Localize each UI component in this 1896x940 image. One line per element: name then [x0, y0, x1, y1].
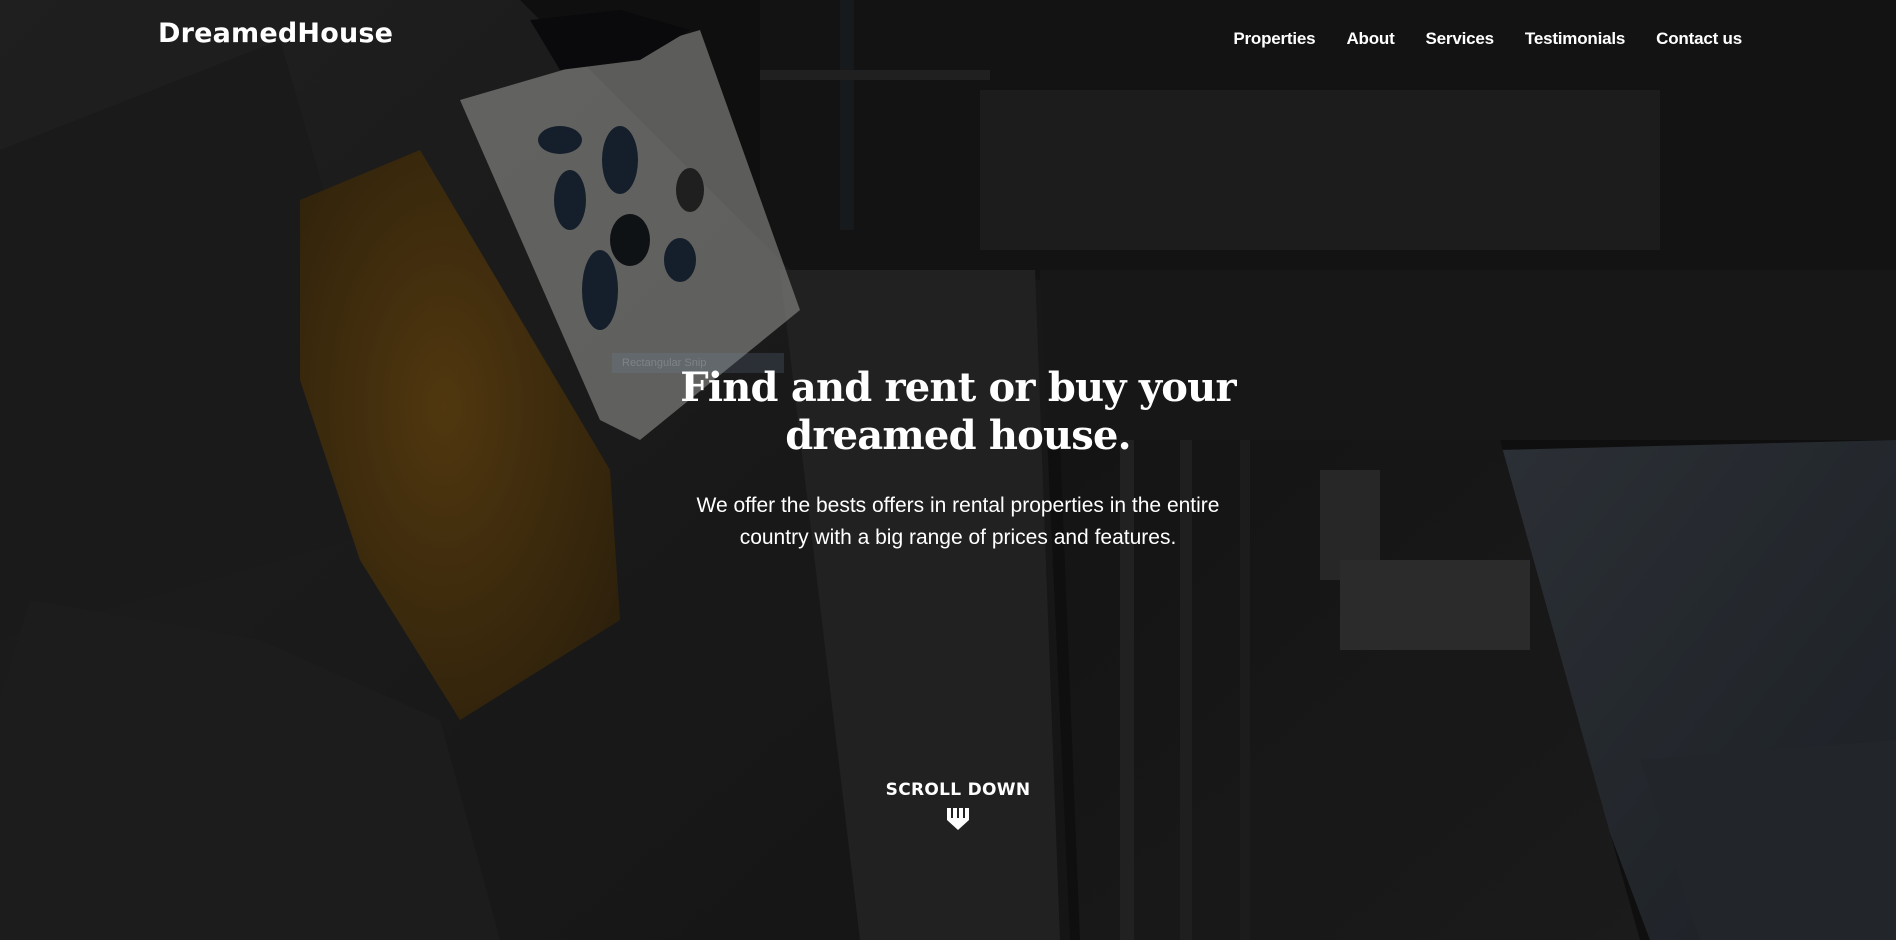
- site-header: DreamedHouse Properties About Services T…: [0, 0, 1896, 80]
- nav-item-contact-us[interactable]: Contact us: [1656, 29, 1742, 49]
- hero-subtitle: We offer the bests offers in rental prop…: [696, 494, 1220, 549]
- nav-item-about[interactable]: About: [1346, 29, 1394, 49]
- nav-item-properties[interactable]: Properties: [1233, 29, 1315, 49]
- scroll-down-button[interactable]: SCROLL DOWN: [848, 780, 1068, 835]
- main-navigation: Properties About Services Testimonials C…: [1202, 29, 1742, 49]
- nav-item-services[interactable]: Services: [1426, 29, 1495, 49]
- nav-item-testimonials[interactable]: Testimonials: [1525, 29, 1625, 49]
- scroll-down-label: SCROLL DOWN: [885, 780, 1031, 800]
- scroll-down-arrow-icon: [945, 808, 971, 830]
- brand-logo[interactable]: DreamedHouse: [158, 18, 393, 49]
- hero-title: Find and rent or buy your dreamed house.: [680, 364, 1236, 459]
